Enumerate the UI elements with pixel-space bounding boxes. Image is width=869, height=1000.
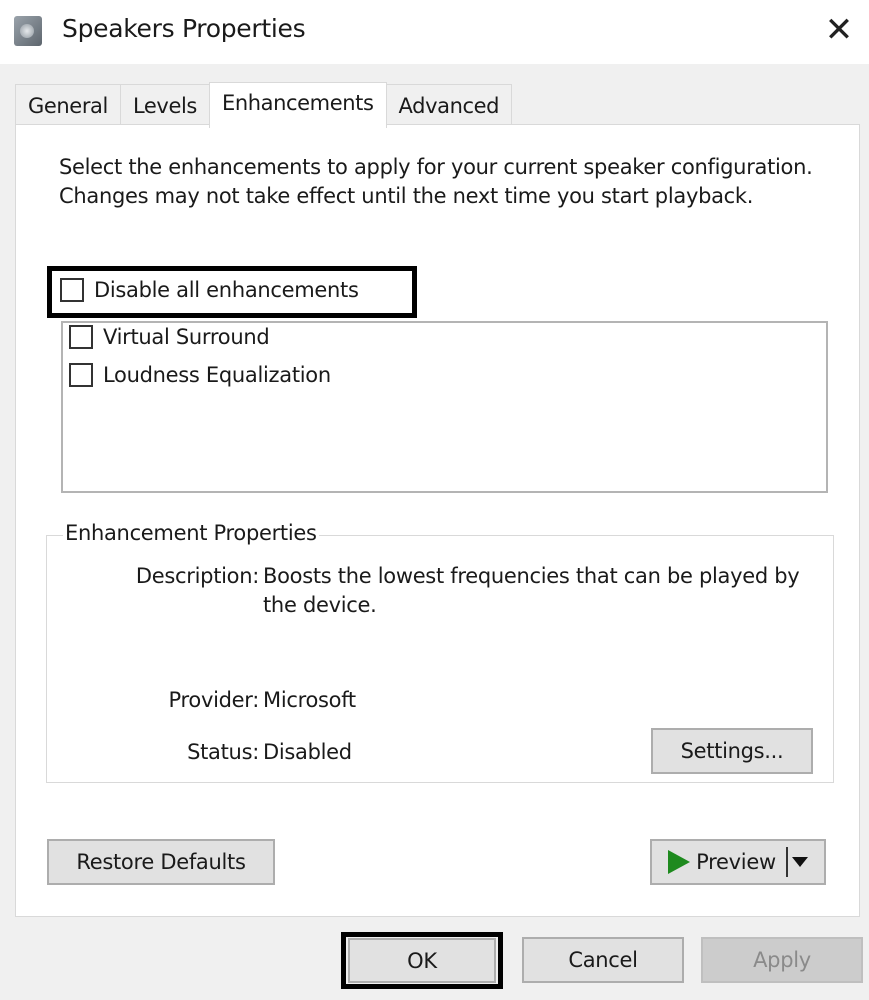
chevron-down-icon[interactable]: [791, 857, 808, 867]
enhancements-list[interactable]: Virtual Surround Loudness Equalization: [61, 321, 828, 493]
checkbox-box[interactable]: [69, 363, 93, 387]
apply-button[interactable]: Apply: [701, 937, 863, 983]
checkbox-box[interactable]: [69, 325, 93, 349]
enhancement-properties-group: Enhancement Properties Description: Boos…: [46, 521, 834, 783]
cancel-button[interactable]: Cancel: [522, 937, 684, 983]
restore-defaults-button[interactable]: Restore Defaults: [47, 839, 275, 885]
enhancements-panel: Select the enhancements to apply for you…: [15, 124, 860, 917]
close-button[interactable]: ✕: [809, 0, 869, 60]
ok-button[interactable]: OK: [348, 938, 496, 983]
tab-bar: General Levels Enhancements Advanced: [15, 82, 513, 128]
title-bar: Speakers Properties ✕: [0, 0, 869, 64]
description-value: Boosts the lowest frequencies that can b…: [263, 564, 800, 617]
group-title: Enhancement Properties: [63, 521, 319, 545]
split-separator: [785, 847, 788, 877]
status-label: Status:: [187, 740, 259, 764]
provider-value: Microsoft: [263, 688, 356, 712]
tab-advanced[interactable]: Advanced: [385, 84, 513, 126]
tab-general[interactable]: General: [15, 84, 121, 126]
preview-split-button[interactable]: Preview: [650, 839, 826, 885]
list-item-virtual-surround[interactable]: Virtual Surround: [69, 325, 270, 349]
speaker-icon: [14, 16, 42, 46]
tab-levels[interactable]: Levels: [119, 84, 210, 126]
disable-all-enhancements-checkbox[interactable]: Disable all enhancements: [60, 278, 359, 302]
settings-button[interactable]: Settings...: [651, 728, 813, 774]
list-item-label: Loudness Equalization: [103, 363, 331, 387]
checkbox-box[interactable]: [60, 278, 84, 302]
window-title: Speakers Properties: [62, 14, 306, 43]
description-label: Description:: [135, 564, 259, 588]
list-item-loudness-equalization[interactable]: Loudness Equalization: [69, 363, 331, 387]
play-icon: [668, 850, 691, 874]
checkbox-label: Disable all enhancements: [94, 278, 359, 302]
close-icon: ✕: [824, 10, 854, 50]
list-item-label: Virtual Surround: [103, 325, 270, 349]
preview-label: Preview: [696, 850, 776, 874]
intro-text: Select the enhancements to apply for you…: [59, 155, 813, 208]
provider-label: Provider:: [168, 688, 260, 712]
tab-enhancements[interactable]: Enhancements: [208, 82, 387, 128]
